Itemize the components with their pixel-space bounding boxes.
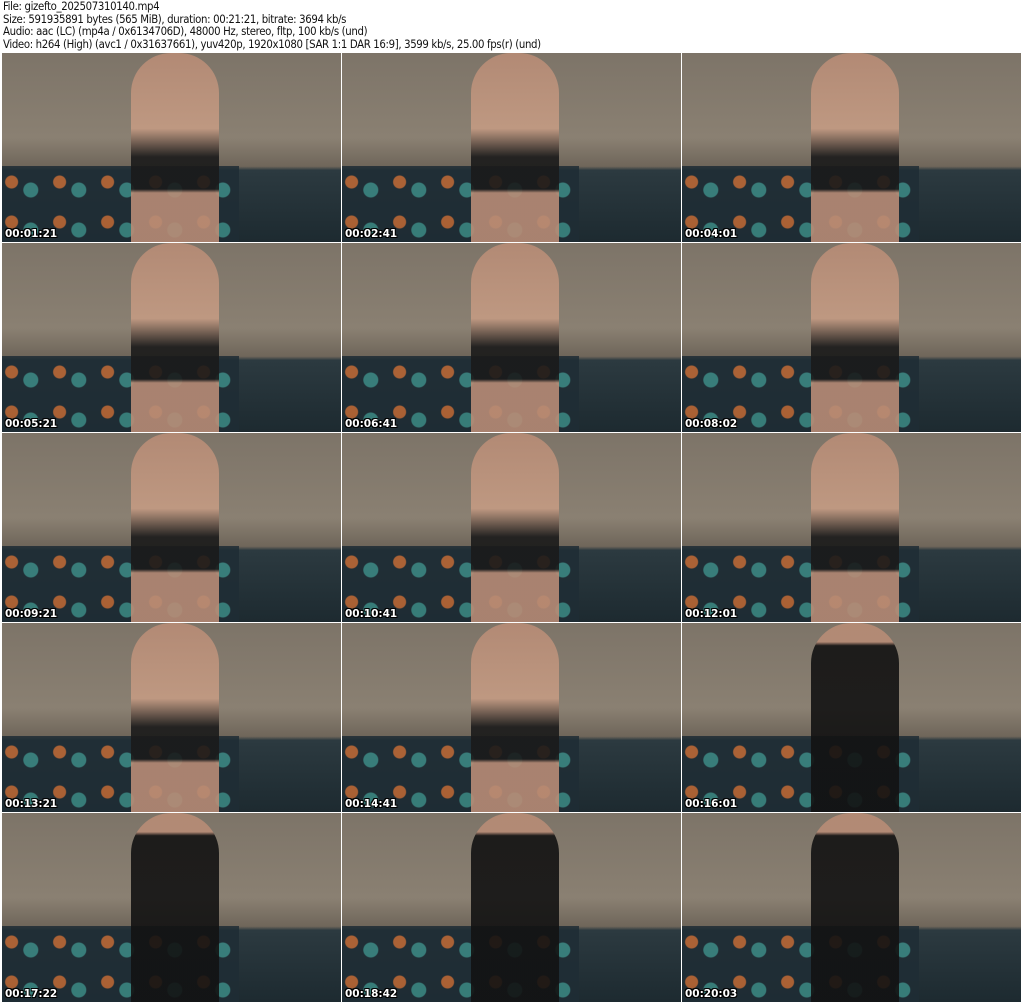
video-frame-thumbnail: 00:06:41 <box>342 243 681 432</box>
frame-image <box>470 433 559 622</box>
frame-image <box>470 623 559 812</box>
thumbnail-grid: 00:01:21 00:02:41 00:04:01 00:05:21 00:06:41… <box>2 53 1022 1002</box>
frame-image <box>810 623 899 812</box>
frame-timestamp: 00:13:21 <box>5 798 58 810</box>
video-frame-thumbnail: 00:04:01 <box>682 53 1021 242</box>
frame-timestamp: 00:16:01 <box>685 798 738 810</box>
video-frame-thumbnail: 00:13:21 <box>2 623 341 812</box>
video-frame-thumbnail: 00:12:01 <box>682 433 1021 622</box>
audio-info: Audio: aac (LC) (mp4a / 0x6134706D), 480… <box>3 25 368 39</box>
video-frame-thumbnail: 00:08:02 <box>682 243 1021 432</box>
frame-timestamp: 00:10:41 <box>345 608 398 620</box>
frame-image <box>810 813 899 1002</box>
frame-image <box>810 243 899 432</box>
frame-image <box>130 433 219 622</box>
frame-timestamp: 00:17:22 <box>5 988 58 1000</box>
video-frame-thumbnail: 00:05:21 <box>2 243 341 432</box>
frame-timestamp: 00:06:41 <box>345 418 398 430</box>
frame-timestamp: 00:01:21 <box>5 228 58 240</box>
file-info-header: File: gizefto_202507310140.mp4 Size: 591… <box>3 0 541 51</box>
frame-image <box>810 433 899 622</box>
frame-timestamp: 00:08:02 <box>685 418 738 430</box>
file-name: File: gizefto_202507310140.mp4 <box>3 0 160 13</box>
frame-image <box>130 813 219 1002</box>
frame-image <box>470 243 559 432</box>
frame-image <box>810 53 899 242</box>
video-frame-thumbnail: 00:16:01 <box>682 623 1021 812</box>
video-info: Video: h264 (High) (avc1 / 0x31637661), … <box>3 37 541 51</box>
frame-timestamp: 00:04:01 <box>685 228 738 240</box>
video-frame-thumbnail: 00:10:41 <box>342 433 681 622</box>
video-frame-thumbnail: 00:02:41 <box>342 53 681 242</box>
frame-image <box>130 243 219 432</box>
frame-timestamp: 00:14:41 <box>345 798 398 810</box>
frame-timestamp: 00:05:21 <box>5 418 58 430</box>
frame-timestamp: 00:20:03 <box>685 988 738 1000</box>
frame-image <box>470 813 559 1002</box>
frame-timestamp: 00:02:41 <box>345 228 398 240</box>
video-frame-thumbnail: 00:18:42 <box>342 813 681 1002</box>
video-frame-thumbnail: 00:01:21 <box>2 53 341 242</box>
video-frame-thumbnail: 00:20:03 <box>682 813 1021 1002</box>
video-frame-thumbnail: 00:14:41 <box>342 623 681 812</box>
frame-timestamp: 00:09:21 <box>5 608 58 620</box>
video-frame-thumbnail: 00:17:22 <box>2 813 341 1002</box>
frame-image <box>130 53 219 242</box>
video-frame-thumbnail: 00:09:21 <box>2 433 341 622</box>
frame-image <box>130 623 219 812</box>
frame-timestamp: 00:12:01 <box>685 608 738 620</box>
frame-timestamp: 00:18:42 <box>345 988 398 1000</box>
frame-image <box>470 53 559 242</box>
